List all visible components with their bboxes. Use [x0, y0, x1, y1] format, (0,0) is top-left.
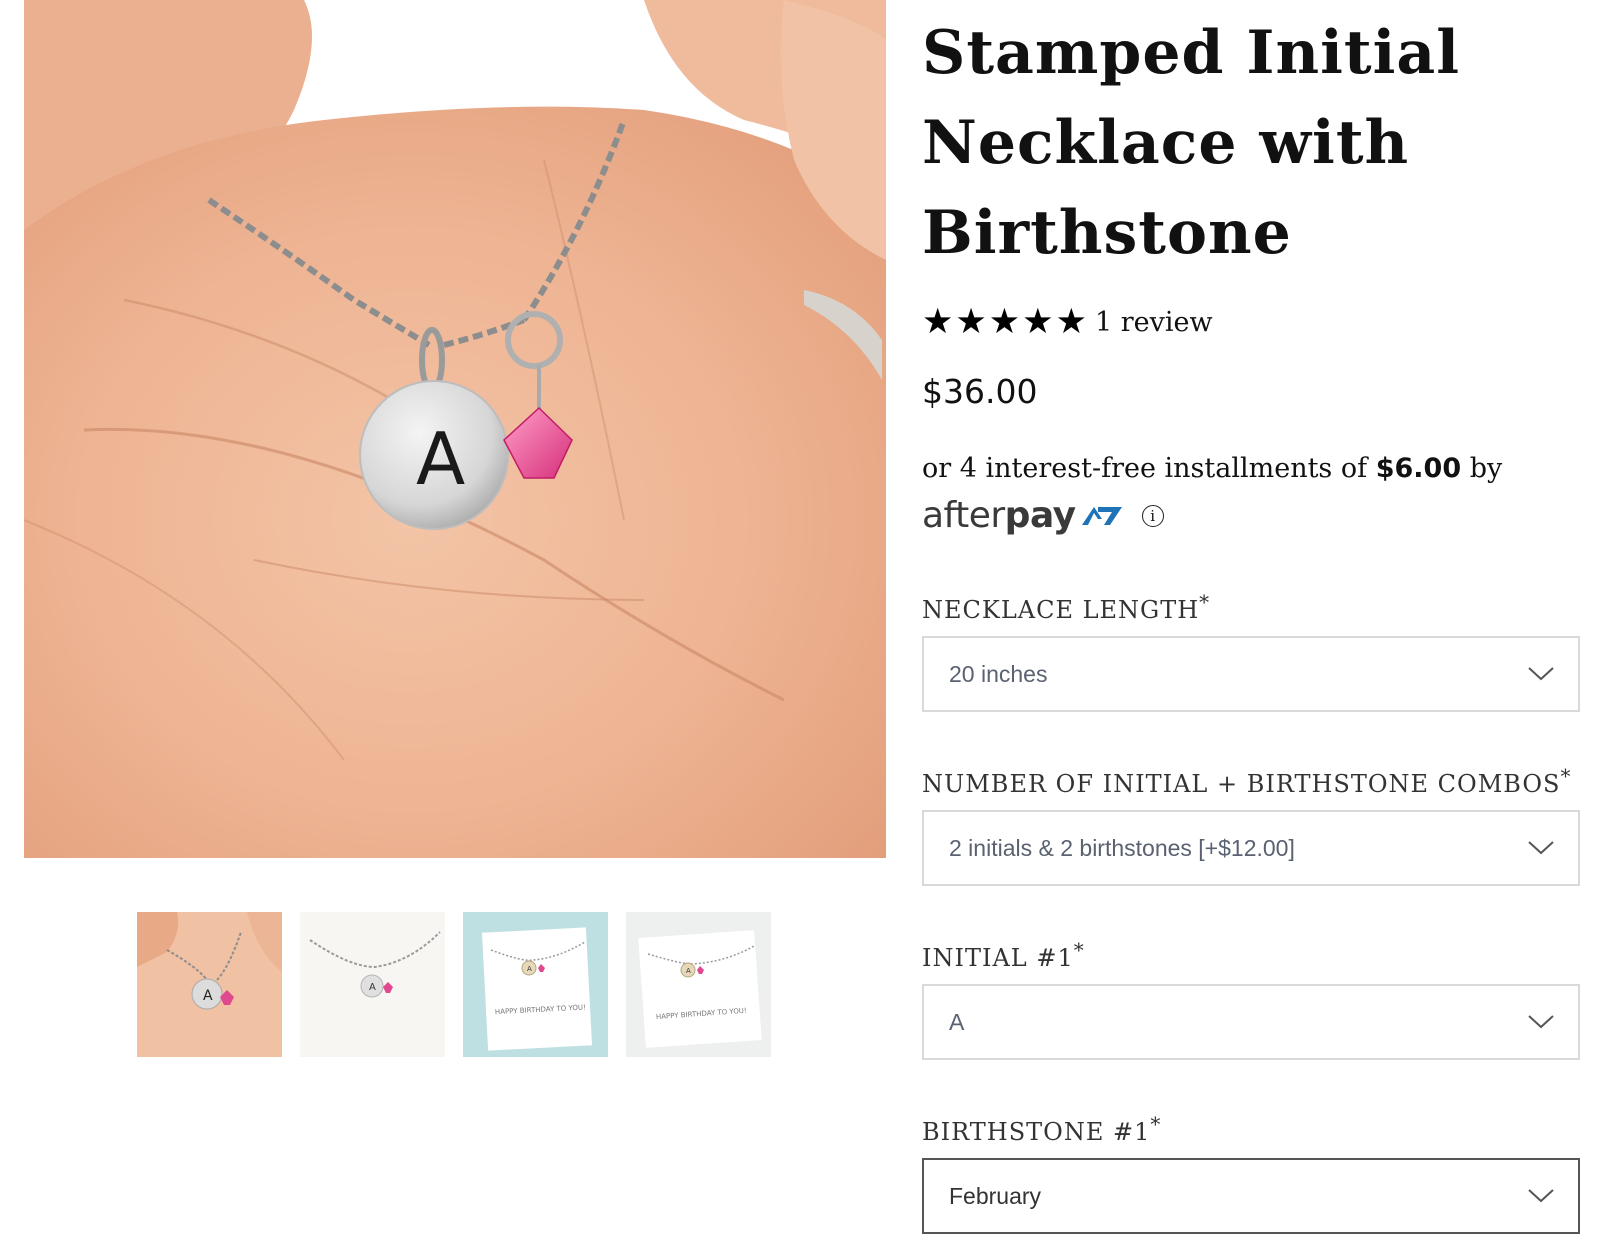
birthstone-1-select[interactable]: February	[922, 1158, 1580, 1234]
thumb-letter: A	[686, 967, 691, 975]
required-asterisk: *	[1560, 764, 1572, 788]
required-asterisk: *	[1150, 1112, 1162, 1136]
option-initial-1: INITIAL #1* A	[922, 940, 1580, 1060]
thumbnail-3[interactable]: A HAPPY BIRTHDAY TO YOU!	[463, 912, 608, 1057]
hand-necklace-photo: A	[24, 0, 886, 858]
field-label-text: INITIAL #1	[922, 944, 1074, 972]
afterpay-text-by: by	[1461, 453, 1503, 484]
product-info: Stamped Initial Necklace with Birthstone…	[922, 0, 1582, 536]
main-product-image[interactable]: A	[24, 0, 886, 858]
star-icon: ★	[1022, 301, 1054, 342]
option-necklace-length: NECKLACE LENGTH* 20 inches	[922, 592, 1580, 712]
required-asterisk: *	[1073, 938, 1085, 962]
select-value: 2 initials & 2 birthstones [+$12.00]	[949, 834, 1295, 861]
afterpay-logo: afterpay	[922, 495, 1076, 536]
title-line-3: Birthstone	[922, 198, 1292, 268]
initial-1-label: INITIAL #1*	[922, 940, 1580, 972]
title-line-1: Stamped Initial	[922, 18, 1461, 88]
star-icon: ★	[988, 301, 1021, 342]
star-icon: ★	[922, 301, 954, 342]
thumbnail-2[interactable]: A	[300, 912, 445, 1057]
star-icon: ★	[1055, 301, 1087, 342]
initial-1-select[interactable]: A	[922, 984, 1580, 1060]
combos-label: NUMBER OF INITIAL + BIRTHSTONE COMBOS*	[922, 766, 1580, 798]
thumbnail-1[interactable]: A	[137, 912, 282, 1057]
review-count-link[interactable]: 1 review	[1095, 307, 1213, 338]
birthstone-1-label: BIRTHSTONE #1*	[922, 1114, 1580, 1146]
afterpay-logo-row: afterpay i	[922, 495, 1582, 536]
afterpay-message: or 4 interest-free installments of $6.00…	[922, 445, 1582, 493]
thumb-letter: A	[369, 982, 376, 993]
rating-row[interactable]: ★ ★ ★ ★ ★ 1 review	[922, 300, 1582, 344]
combos-select[interactable]: 2 initials & 2 birthstones [+$12.00]	[922, 810, 1580, 886]
afterpay-arrows-icon	[1081, 506, 1122, 525]
chevron-down-icon	[1528, 667, 1554, 681]
chevron-down-icon	[1528, 1189, 1554, 1203]
pendant-letter: A	[416, 417, 465, 501]
afterpay-installment: $6.00	[1375, 453, 1462, 484]
star-icon: ★	[955, 301, 987, 342]
select-value: February	[949, 1182, 1042, 1209]
afterpay-info-icon[interactable]: i	[1141, 504, 1164, 527]
afterpay-text: or 4 interest-free installments of	[922, 453, 1376, 484]
necklace-length-select[interactable]: 20 inches	[922, 636, 1580, 712]
field-label-text: BIRTHSTONE #1	[922, 1118, 1151, 1146]
option-birthstone-1: BIRTHSTONE #1* February	[922, 1114, 1580, 1234]
thumbnail-strip: A A A HAPPY BIRTHDAY TO YOU! A HAPPY BIR…	[137, 912, 771, 1057]
star-rating: ★ ★ ★ ★ ★	[922, 301, 1087, 342]
field-label-text: NUMBER OF INITIAL + BIRTHSTONE COMBOS	[922, 770, 1561, 798]
product-title: Stamped Initial Necklace with Birthstone	[922, 8, 1582, 278]
chevron-down-icon	[1528, 841, 1554, 855]
thumb-letter: A	[527, 965, 532, 973]
title-line-2: Necklace with	[922, 108, 1410, 178]
option-combos: NUMBER OF INITIAL + BIRTHSTONE COMBOS* 2…	[922, 766, 1580, 886]
select-value: A	[949, 1008, 965, 1035]
necklace-length-label: NECKLACE LENGTH*	[922, 592, 1580, 624]
chevron-down-icon	[1528, 1015, 1554, 1029]
thumb-letter: A	[203, 988, 213, 1004]
select-value: 20 inches	[949, 660, 1048, 687]
afterpay-logo-pay: pay	[1004, 495, 1076, 536]
product-price: $36.00	[922, 372, 1038, 411]
afterpay-logo-after: after	[922, 495, 1005, 536]
required-asterisk: *	[1199, 590, 1211, 614]
field-label-text: NECKLACE LENGTH	[922, 596, 1200, 624]
thumbnail-4[interactable]: A HAPPY BIRTHDAY TO YOU!	[626, 912, 771, 1057]
